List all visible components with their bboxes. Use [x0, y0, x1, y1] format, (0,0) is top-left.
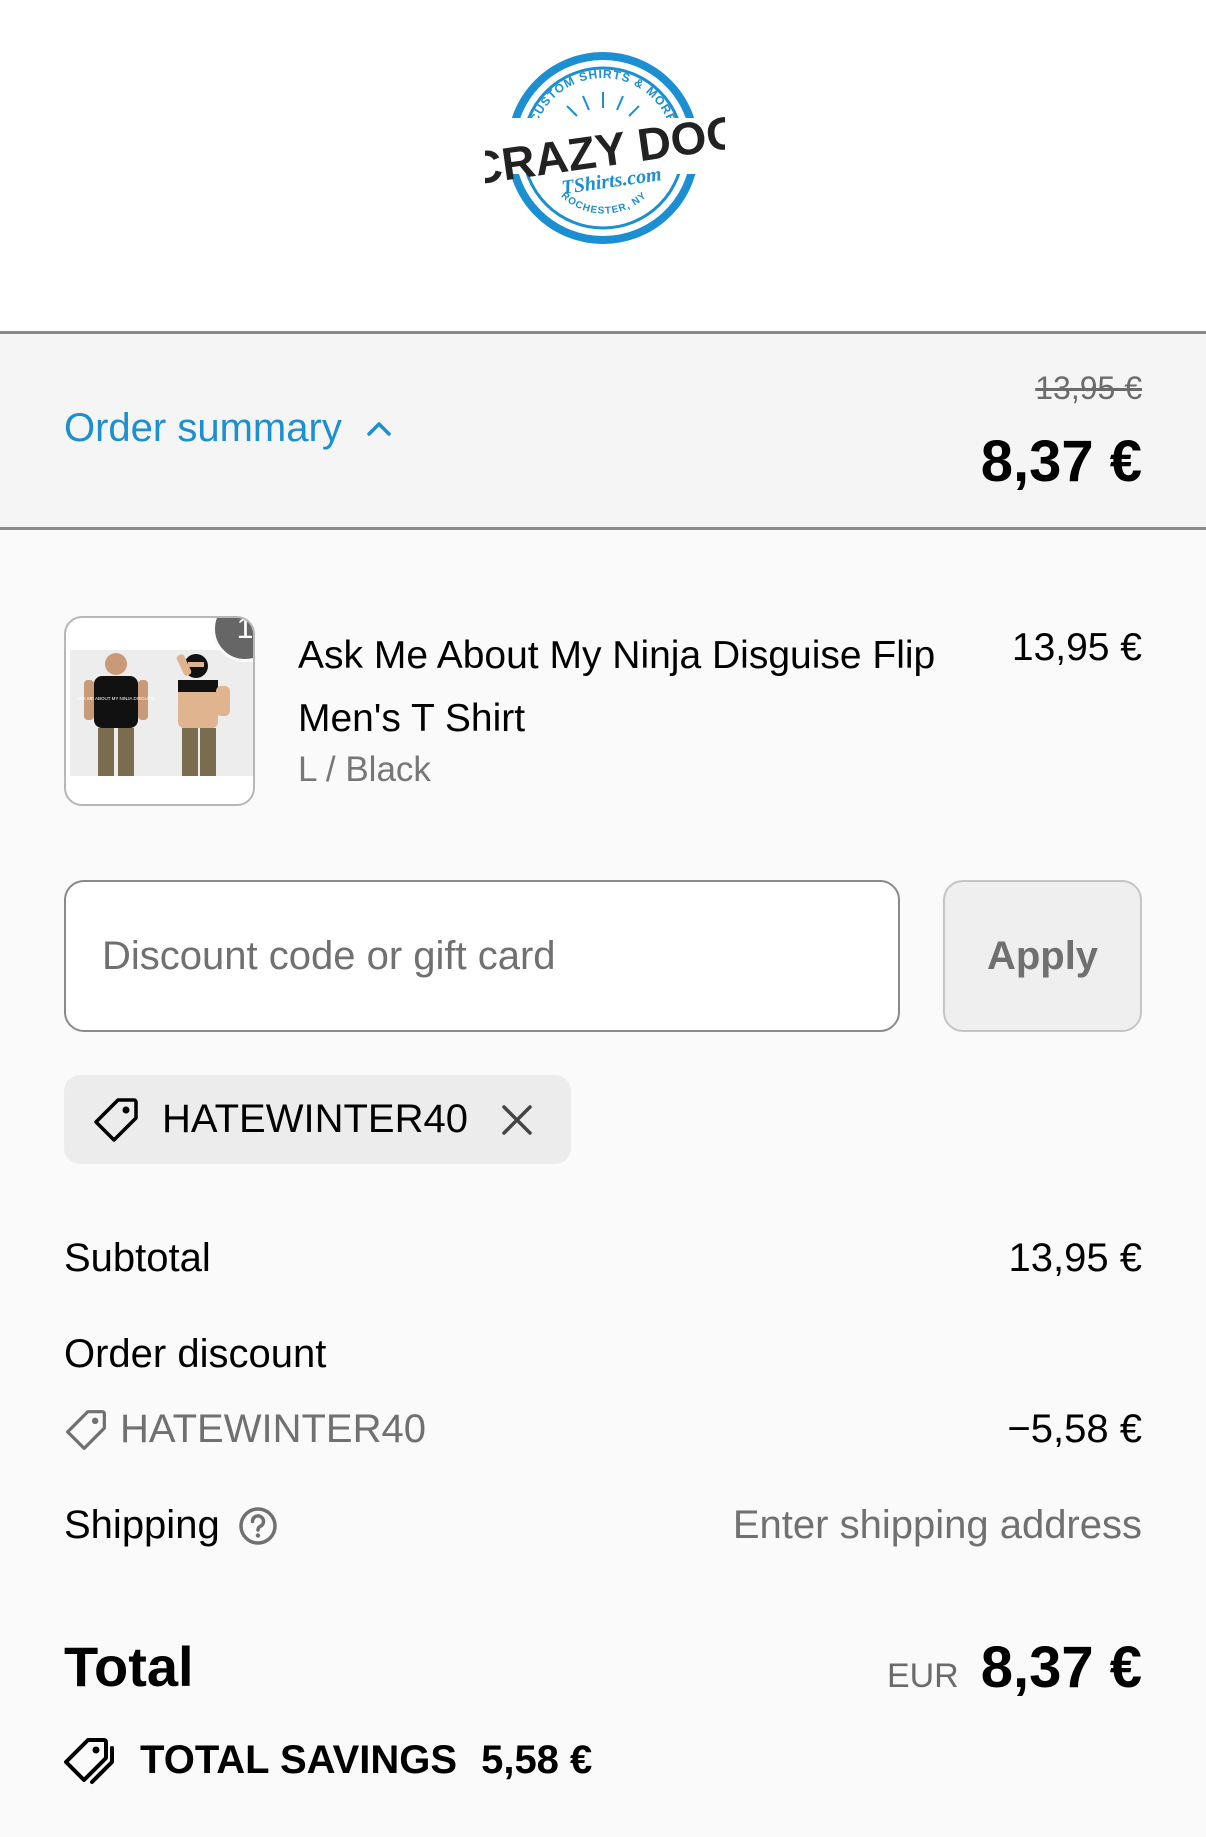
subtotal-value: 13,95 € [1008, 1236, 1142, 1280]
applied-code-chip: HATEWINTER40 [64, 1075, 571, 1164]
total-savings-line: TOTAL SAVINGS 5,58 € [64, 1734, 592, 1786]
chevron-up-icon[interactable] [364, 414, 394, 444]
store-header: CUSTOM SHIRTS & MORE CRAZY DOG TShirts.c… [0, 0, 1206, 334]
total-label: Total [64, 1635, 194, 1698]
order-summary-bar: Order summary 13,95 € 8,37 € [0, 334, 1206, 530]
product-thumbnail: ASK ME ABOUT MY NINJA DISGUISE 1 [64, 616, 255, 806]
crazy-dog-logo[interactable]: CUSTOM SHIRTS & MORE CRAZY DOG TShirts.c… [485, 48, 725, 253]
discount-code-input[interactable] [64, 880, 900, 1032]
discount-code-line: HATEWINTER40 [64, 1407, 426, 1452]
product-price: 13,95 € [1011, 626, 1142, 669]
total-amount: 8,37 € [980, 1635, 1142, 1700]
total-savings-label: TOTAL SAVINGS [140, 1737, 458, 1782]
order-summary-label[interactable]: Order summary [64, 406, 342, 451]
product-title: Ask Me About My Ninja Disguise Flip Men'… [298, 634, 936, 740]
shirt-print-text: ASK ME ABOUT MY NINJA DISGUISE [77, 696, 155, 701]
order-summary-toggle[interactable]: Order summary [64, 406, 394, 451]
shipping-value: Enter shipping address [732, 1503, 1142, 1547]
subtotal-label: Subtotal [64, 1236, 211, 1280]
product-image: ASK ME ABOUT MY NINJA DISGUISE [70, 650, 253, 776]
total-savings-value: 5,58 € [481, 1737, 593, 1782]
total-amount-group: EUR 8,37 € [887, 1634, 1142, 1701]
shipping-line: Shipping [64, 1503, 278, 1548]
line-item: ASK ME ABOUT MY NINJA DISGUISE 1 Ask Me … [64, 616, 1142, 806]
original-total: 13,95 € [1035, 370, 1142, 406]
tags-icon [64, 1738, 114, 1784]
apply-button[interactable]: Apply [943, 880, 1142, 1032]
discount-value: −5,58 € [1007, 1407, 1142, 1451]
question-icon[interactable] [238, 1506, 278, 1546]
close-icon[interactable] [496, 1099, 538, 1141]
tag-icon [94, 1097, 138, 1142]
shipping-label: Shipping [64, 1503, 220, 1547]
applied-code-text: HATEWINTER40 [162, 1097, 468, 1141]
discount-code-text: HATEWINTER40 [120, 1407, 426, 1451]
discounted-total: 8,37 € [980, 429, 1142, 494]
product-variant: L / Black [298, 750, 431, 789]
currency-code: EUR [886, 1657, 959, 1695]
tag-icon [66, 1409, 106, 1450]
order-discount-label: Order discount [64, 1332, 327, 1376]
